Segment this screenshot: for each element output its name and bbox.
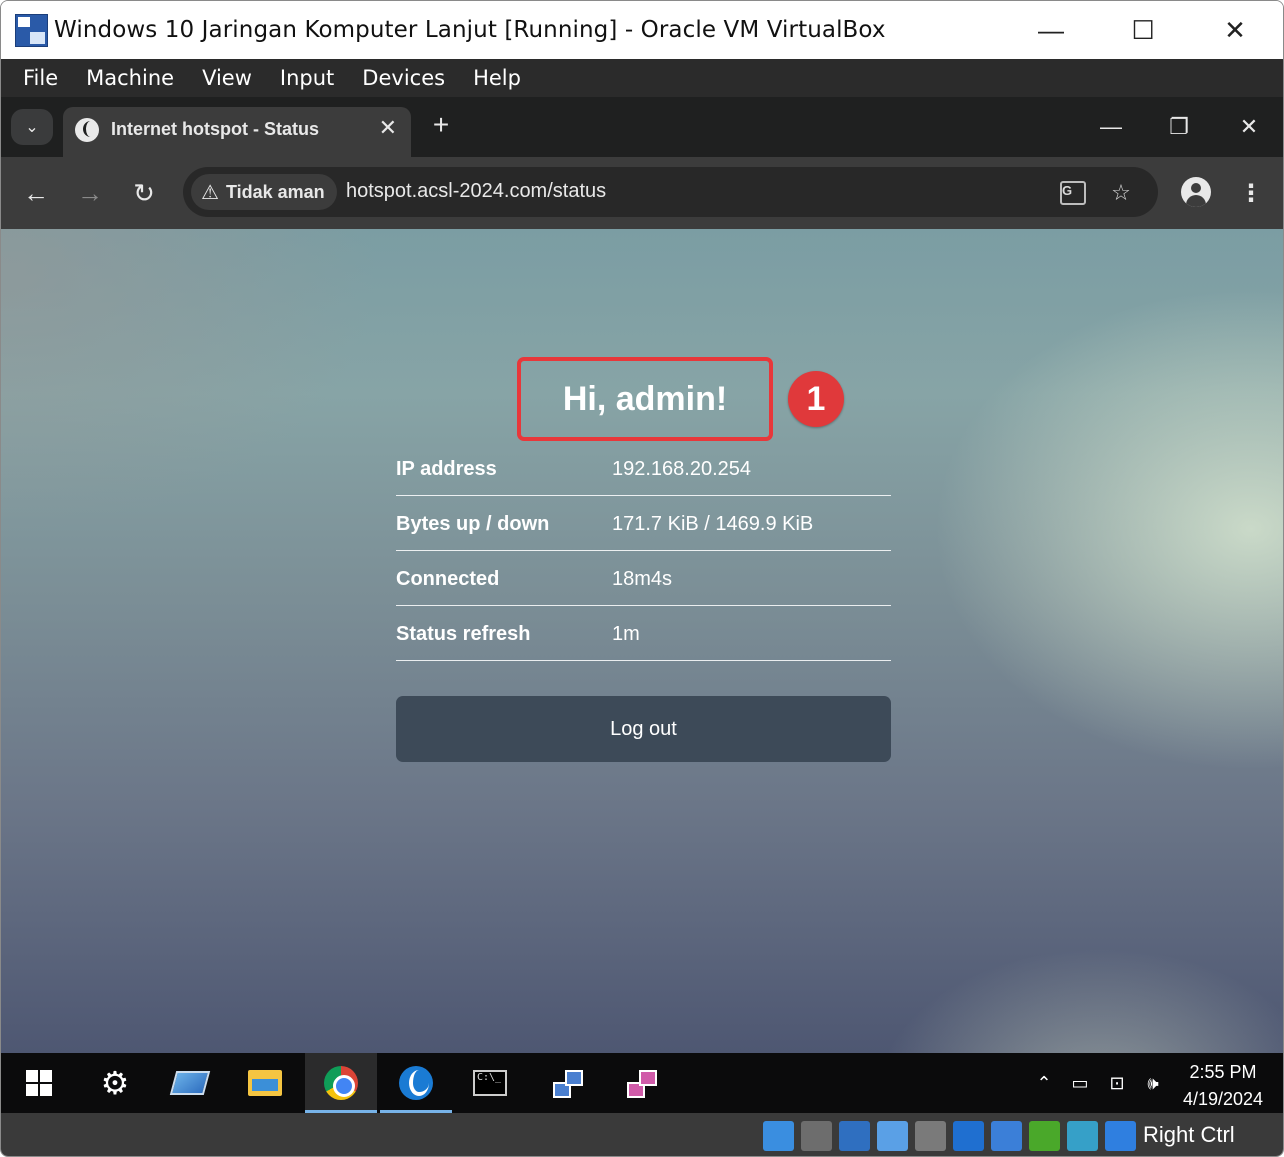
- clock-date: 4/19/2024: [1182, 1089, 1264, 1109]
- recording-icon[interactable]: [1029, 1121, 1060, 1151]
- forward-icon[interactable]: →: [72, 175, 108, 211]
- clock-time: 2:55 PM: [1189, 1062, 1257, 1082]
- row-value: 192.168.20.254: [612, 458, 752, 480]
- table-row: Connected 18m4s: [396, 551, 891, 606]
- address-bar[interactable]: ⚠ Tidak aman hotspot.acsl-2024.com/statu…: [183, 167, 1158, 217]
- translate-icon[interactable]: G: [1059, 179, 1087, 207]
- usb-icon[interactable]: [915, 1121, 946, 1151]
- greeting-highlight-box: Hi, admin!: [517, 357, 773, 441]
- reload-icon[interactable]: ↻: [126, 175, 162, 211]
- hard-disk-icon[interactable]: [763, 1121, 794, 1151]
- browser-restore-button[interactable]: ❐: [1159, 109, 1199, 145]
- vbox-status-bar: Right Ctrl: [1, 1113, 1283, 1156]
- tab-search-icon[interactable]: ⌄: [11, 109, 53, 145]
- row-label: Status refresh: [396, 623, 531, 645]
- table-row: Bytes up / down 171.7 KiB / 1469.9 KiB: [396, 496, 891, 551]
- menu-machine[interactable]: Machine: [72, 66, 188, 90]
- maximize-button[interactable]: ☐: [1113, 1, 1173, 59]
- table-row: IP address 192.168.20.254: [396, 441, 891, 496]
- logout-button[interactable]: Log out: [396, 696, 891, 762]
- window-title: Windows 10 Jaringan Komputer Lanjut [Run…: [54, 17, 886, 43]
- cpu-icon[interactable]: [1067, 1121, 1098, 1151]
- menu-view[interactable]: View: [188, 66, 266, 90]
- menu-file[interactable]: File: [1, 66, 72, 90]
- menu-help[interactable]: Help: [459, 66, 535, 90]
- vbox-app-icon: [15, 14, 48, 47]
- chrome-icon[interactable]: [305, 1053, 377, 1113]
- this-pc-icon[interactable]: [154, 1053, 226, 1113]
- table-row: Status refresh 1m: [396, 606, 891, 661]
- chrome-toolbar: ← → ↻ ⚠ Tidak aman hotspot.acsl-2024.com…: [1, 157, 1283, 229]
- row-value: 171.7 KiB / 1469.9 KiB: [612, 513, 814, 535]
- hotspot-status-page: Hi, admin! 1 IP address 192.168.20.254 B…: [1, 229, 1283, 1053]
- file-explorer-icon[interactable]: [229, 1053, 301, 1113]
- warning-icon: ⚠: [201, 181, 219, 204]
- tab-title: Internet hotspot - Status: [111, 119, 319, 139]
- security-label: Tidak aman: [225, 181, 325, 202]
- host-key-label: Right Ctrl: [1143, 1122, 1235, 1147]
- minimize-button[interactable]: —: [1021, 1, 1081, 59]
- show-hidden-icons-icon[interactable]: ⌃: [1031, 1053, 1057, 1113]
- close-button[interactable]: ✕: [1205, 1, 1265, 59]
- server-icon[interactable]: [604, 1053, 676, 1113]
- new-tab-button[interactable]: +: [427, 109, 455, 141]
- title-bar: Windows 10 Jaringan Komputer Lanjut [Run…: [1, 1, 1283, 59]
- back-icon[interactable]: ←: [18, 175, 54, 211]
- row-label: Connected: [396, 568, 500, 590]
- volume-icon[interactable]: 🕪: [1137, 1053, 1169, 1113]
- profile-icon[interactable]: [1181, 177, 1211, 207]
- network-adapter-icon[interactable]: [877, 1121, 908, 1151]
- tab-internet-hotspot[interactable]: Internet hotspot - Status ✕: [63, 107, 411, 157]
- shared-folders-icon[interactable]: [953, 1121, 984, 1151]
- security-chip[interactable]: ⚠ Tidak aman: [191, 174, 337, 210]
- star-icon[interactable]: ☆: [1107, 179, 1135, 207]
- cmd-icon[interactable]: C:\_: [454, 1053, 526, 1113]
- winbox-icon[interactable]: [380, 1053, 452, 1113]
- guest-display: ⌄ Internet hotspot - Status ✕ + — ❐ ✕ ← …: [1, 97, 1283, 1113]
- row-label: IP address: [396, 458, 497, 480]
- row-value: 18m4s: [612, 568, 673, 590]
- menu-devices[interactable]: Devices: [348, 66, 459, 90]
- settings-icon[interactable]: ⚙: [79, 1053, 151, 1113]
- chrome-tab-strip: ⌄ Internet hotspot - Status ✕ + — ❐ ✕: [1, 97, 1283, 157]
- audio-icon[interactable]: [839, 1121, 870, 1151]
- network-status-icon[interactable]: ⊡: [1101, 1053, 1133, 1113]
- optical-drive-icon[interactable]: [801, 1121, 832, 1151]
- start-icon[interactable]: [3, 1053, 75, 1113]
- menu-input[interactable]: Input: [266, 66, 348, 90]
- windows-taskbar: ⚙ C:\_ ⌃ ▭ ⊡ 🕪 2:55 PM 4/19/2024: [1, 1053, 1283, 1113]
- row-label: Bytes up / down: [396, 513, 550, 535]
- browser-minimize-button[interactable]: —: [1091, 109, 1131, 145]
- network-icon[interactable]: [530, 1053, 602, 1113]
- display-icon[interactable]: [991, 1121, 1022, 1151]
- url-text[interactable]: hotspot.acsl-2024.com/status: [346, 180, 606, 203]
- virtualbox-window: Windows 10 Jaringan Komputer Lanjut [Run…: [0, 0, 1284, 1157]
- menu-icon[interactable]: ⋮: [1239, 175, 1263, 211]
- row-value: 1m: [612, 623, 640, 645]
- favicon-icon: [75, 118, 99, 142]
- taskbar-clock[interactable]: 2:55 PM 4/19/2024: [1177, 1059, 1269, 1113]
- status-table: IP address 192.168.20.254 Bytes up / dow…: [396, 441, 891, 661]
- greeting-heading: Hi, admin!: [562, 379, 728, 418]
- browser-close-button[interactable]: ✕: [1229, 109, 1269, 145]
- mouse-integration-icon[interactable]: [1105, 1121, 1136, 1151]
- annotation-badge: 1: [788, 371, 844, 427]
- battery-icon[interactable]: ▭: [1065, 1053, 1095, 1113]
- vbox-menu-bar: File Machine View Input Devices Help: [1, 59, 1283, 97]
- tab-close-icon[interactable]: ✕: [379, 115, 397, 141]
